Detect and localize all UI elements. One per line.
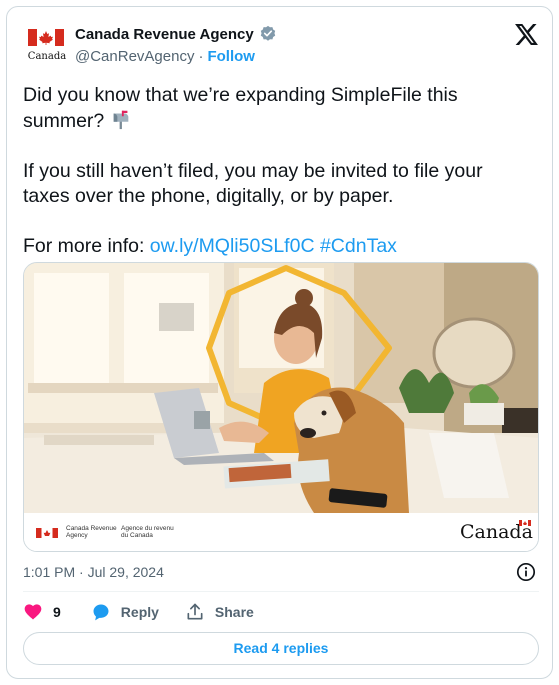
media-footer: Canada Revenue Agency Agence du revenu d… [24,513,538,551]
tweet-actions: 9 Reply Share [23,601,254,623]
share-icon [187,603,203,620]
mailbox-icon [113,110,129,130]
media-footer-french: Agence du revenu du Canada [121,525,174,539]
tweet-line-3-prefix: For more info: [23,235,145,257]
tweet-link[interactable]: ow.ly/MQli50SLf0C [150,235,315,257]
tweet-card: Canada Canada Revenue Agency @CanRevAgen… [6,6,553,679]
read-replies-button[interactable]: Read 4 replies [23,632,539,665]
tweet-paragraph-2: If you still haven’t filed, you may be i… [23,160,483,207]
wordmark-flag-icon [519,520,531,526]
author-handle[interactable]: @CanRevAgency [75,48,194,65]
share-label: Share [214,604,254,620]
tweet-media[interactable]: Canada Revenue Agency Agence du revenu d… [23,262,539,552]
tweet-hashtag[interactable]: #CdnTax [320,235,397,257]
like-button[interactable]: 9 [23,602,61,622]
like-count: 9 [53,604,61,620]
avatar-wordmark: Canada [27,51,67,62]
author-name-row: Canada Revenue Agency [75,25,277,43]
media-footer-english: Canada Revenue Agency [66,525,117,539]
tweet-line-1: Did you know that we’re expanding Simple… [23,84,458,132]
share-button[interactable]: Share [185,602,254,622]
follow-button[interactable]: Follow [207,48,255,65]
avatar[interactable]: Canada [27,25,67,69]
author-name[interactable]: Canada Revenue Agency [75,26,254,43]
tweet-timestamp[interactable]: 1:01 PM · Jul 29, 2024 [23,564,164,580]
media-photo[interactable] [24,263,539,513]
verified-badge-icon [260,25,275,41]
author-handle-row: @CanRevAgency · Follow [75,48,255,65]
tweet-text: Did you know that we’re expanding Simple… [23,83,523,284]
tweet-paragraph-1: Did you know that we’re expanding Simple… [23,83,523,134]
heart-icon [24,604,42,620]
reply-bubble-icon [93,604,109,621]
tweet-paragraph-3: For more info: ow.ly/MQli50SLf0C #CdnTax [23,234,523,259]
info-icon[interactable] [516,562,536,582]
reply-label: Reply [120,604,159,620]
handle-separator: · [198,48,204,65]
x-logo-icon[interactable] [515,24,538,45]
canada-flag-icon [28,29,64,46]
reply-button[interactable]: Reply [91,602,159,622]
divider [23,591,539,592]
media-flag-icon [36,528,58,538]
